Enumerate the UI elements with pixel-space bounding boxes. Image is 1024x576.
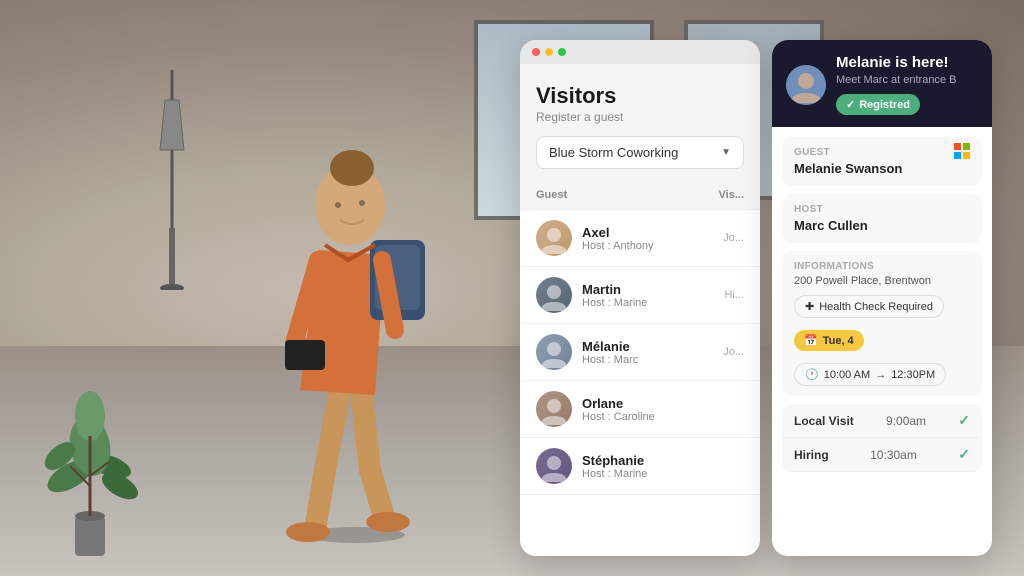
visit-row-1[interactable]: Hiring 10:30am ✓ <box>782 438 982 472</box>
visitor-info-stephanie: Stéphanie Host : Marine <box>582 453 734 480</box>
visitor-info-axel: Axel Host : Anthony <box>582 225 713 252</box>
visitor-badge-axel: Jo... <box>723 232 744 244</box>
host-name: Marc Cullen <box>794 218 970 233</box>
visitor-name-orlane: Orlane <box>582 396 734 411</box>
calendar-icon: 📅 <box>804 334 818 347</box>
maximize-dot[interactable] <box>558 48 566 56</box>
visitor-list: Axel Host : Anthony Jo... Martin Host : M… <box>520 210 760 556</box>
visit-row-check-0: ✓ <box>958 412 970 429</box>
visitor-host-stephanie: Host : Marine <box>582 468 734 480</box>
visitor-item-melanie[interactable]: Mélanie Host : Marc Jo... <box>520 324 760 381</box>
visit-rows: Local Visit 9:00am ✓ Hiring 10:30am ✓ <box>782 404 982 472</box>
table-header: Guest Vis... <box>520 181 760 210</box>
info-card: Informations 200 Powell Place, Brentwon … <box>782 251 982 396</box>
visitor-avatar-orlane <box>536 391 572 427</box>
registered-badge: ✓ Registred <box>836 94 920 115</box>
visitor-badge-martin: Hi... <box>724 289 744 301</box>
visitor-item-martin[interactable]: Martin Host : Marine Hi... <box>520 267 760 324</box>
visitor-name-axel: Axel <box>582 225 713 240</box>
visitor-host-melanie: Host : Marc <box>582 354 713 366</box>
detail-body: Guest Melanie Swanson <box>772 127 992 556</box>
time-to: 12:30PM <box>891 369 935 381</box>
health-check-label: Health Check Required <box>819 301 933 313</box>
visitors-panel: Visitors Register a guest Blue Storm Cow… <box>520 40 760 556</box>
visit-row-label-0: Local Visit <box>794 414 854 428</box>
visitor-item-axel[interactable]: Axel Host : Anthony Jo... <box>520 210 760 267</box>
visitor-host-martin: Host : Marine <box>582 297 714 309</box>
info-label: Informations <box>794 261 970 272</box>
visit-row-0[interactable]: Local Visit 9:00am ✓ <box>782 404 982 438</box>
chevron-down-icon: ▼ <box>721 147 731 158</box>
visitor-badge-melanie: Jo... <box>723 346 744 358</box>
minimize-dot[interactable] <box>545 48 553 56</box>
time-from: 10:00 AM <box>824 369 870 381</box>
info-address: 200 Powell Place, Brentwon <box>794 275 970 287</box>
visit-row-time-1: 10:30am <box>870 448 917 462</box>
visit-row-time-0: 9:00am <box>886 414 926 428</box>
visitor-name-martin: Martin <box>582 282 714 297</box>
visitor-avatar-martin <box>536 277 572 313</box>
panel-chrome <box>520 40 760 64</box>
visitors-panel-subtitle: Register a guest <box>536 110 744 124</box>
visitor-name-melanie: Mélanie <box>582 339 713 354</box>
host-card: Host Marc Cullen <box>782 194 982 243</box>
visitor-host-orlane: Host : Caroline <box>582 411 734 423</box>
visit-row-check-1: ✓ <box>958 446 970 463</box>
avatar <box>786 65 826 105</box>
visitor-item-orlane[interactable]: Orlane Host : Caroline <box>520 381 760 438</box>
lamp-decoration <box>155 70 190 290</box>
visitors-panel-header: Visitors Register a guest Blue Storm Cow… <box>520 64 760 181</box>
time-arrow: → <box>875 369 886 381</box>
visitor-info-melanie: Mélanie Host : Marc <box>582 339 713 366</box>
guest-label: Guest <box>794 147 970 158</box>
person-figure <box>200 50 500 550</box>
notification-text: Melanie is here! Meet Marc at entrance B… <box>836 54 978 115</box>
registered-label: Registred <box>859 99 910 111</box>
visit-row-label-1: Hiring <box>794 448 829 462</box>
visitor-info-orlane: Orlane Host : Caroline <box>582 396 734 423</box>
location-selector[interactable]: Blue Storm Coworking ▼ <box>536 136 744 169</box>
microsoft-logo <box>954 143 970 159</box>
guest-name: Melanie Swanson <box>794 161 902 176</box>
detail-panel: Melanie is here! Meet Marc at entrance B… <box>772 40 992 556</box>
health-icon: ✚ <box>805 300 814 313</box>
visitor-info-martin: Martin Host : Marine <box>582 282 714 309</box>
plant-decoration <box>40 356 140 556</box>
host-label: Host <box>794 204 970 215</box>
notification-subtitle: Meet Marc at entrance B <box>836 74 978 86</box>
date-badge: 📅 Tue, 4 <box>794 330 864 351</box>
location-label: Blue Storm Coworking <box>549 145 678 160</box>
health-check-badge: ✚ Health Check Required <box>794 295 944 318</box>
col-header-guest: Guest <box>536 189 704 201</box>
visitor-item-stephanie[interactable]: Stéphanie Host : Marine <box>520 438 760 495</box>
date-label: Tue, 4 <box>823 335 854 347</box>
close-dot[interactable] <box>532 48 540 56</box>
notification-title: Melanie is here! <box>836 54 978 72</box>
visitor-avatar-axel <box>536 220 572 256</box>
visitor-avatar-stephanie <box>536 448 572 484</box>
time-badge: 🕐 10:00 AM → 12:30PM <box>794 363 946 386</box>
clock-icon: 🕐 <box>805 368 819 381</box>
visitor-name-stephanie: Stéphanie <box>582 453 734 468</box>
visitor-host-axel: Host : Anthony <box>582 240 713 252</box>
notification-header: Melanie is here! Meet Marc at entrance B… <box>772 40 992 127</box>
visitors-panel-title: Visitors <box>536 84 744 108</box>
guest-card: Guest Melanie Swanson <box>782 137 982 186</box>
col-header-visit: Vis... <box>704 189 744 201</box>
panels-container: Visitors Register a guest Blue Storm Cow… <box>520 40 1004 556</box>
check-icon: ✓ <box>846 98 855 111</box>
visitor-avatar-melanie <box>536 334 572 370</box>
